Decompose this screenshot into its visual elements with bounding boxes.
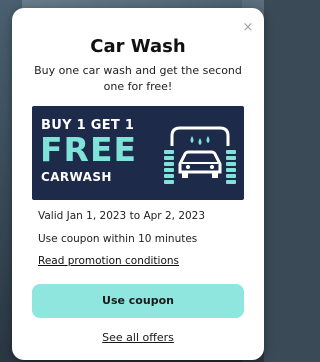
promo-banner: BUY 1 GET 1 FREE CARWASH — [32, 106, 244, 200]
dialog-title: Car Wash — [90, 36, 186, 57]
promotion-conditions-link[interactable]: Read promotion conditions — [38, 255, 179, 267]
banner-carwash-text: CARWASH — [41, 170, 112, 184]
banner-free-text: FREE — [40, 130, 138, 169]
validity-text: Valid Jan 1, 2023 to Apr 2, 2023 — [38, 210, 206, 222]
use-coupon-button[interactable]: Use coupon — [32, 284, 244, 318]
dialog-subtitle: Buy one car wash and get the second one … — [34, 64, 242, 93]
coupon-dialog: × Car Wash Buy one car wash and get the … — [12, 8, 264, 360]
see-all-offers-link[interactable]: See all offers — [12, 331, 264, 344]
carwash-icon — [164, 126, 236, 184]
close-icon[interactable]: × — [240, 20, 256, 36]
usage-window-text: Use coupon within 10 minutes — [38, 233, 198, 245]
